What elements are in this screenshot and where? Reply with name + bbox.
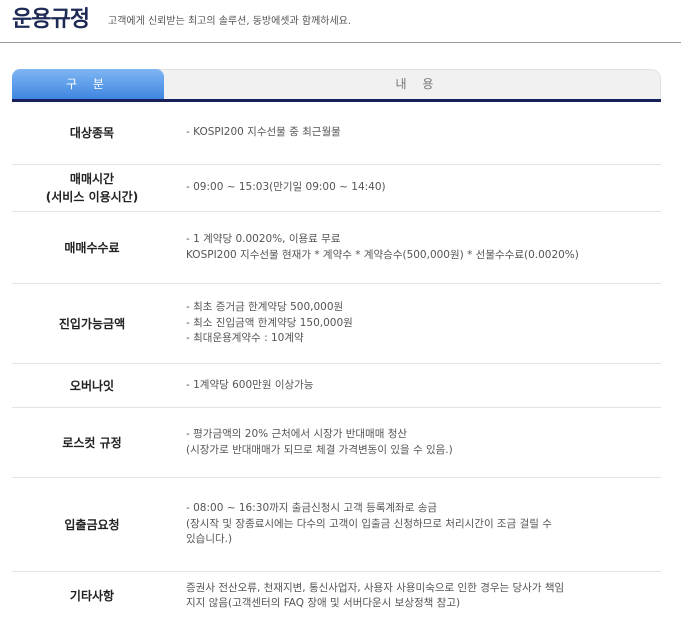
row-content-line: (시장가로 반대매매가 되므로 체결 가격변동이 있을 수 있음.) (186, 443, 453, 456)
row-label: 매매수수료 (12, 212, 172, 283)
row-label: 진입가능금액 (12, 284, 172, 363)
row-content-line: - 최대운용계약수 : 10계약 (186, 332, 304, 345)
table-row: 대상종목 - KOSPI200 지수선물 중 최근월물 (12, 102, 661, 165)
row-label-text: 매매시간 (69, 172, 115, 186)
row-content-line: - 최소 진입금액 한계약당 150,000원 (186, 316, 353, 329)
row-label: 오버나잇 (12, 364, 172, 407)
row-content-line: - KOSPI200 지수선물 중 최근월물 (186, 126, 341, 139)
header-divider (0, 42, 681, 43)
row-content-line: - 1계약당 600만원 이상가능 (186, 378, 314, 391)
row-content-line: 지지 않음(고객센터의 FAQ 장애 및 서버다운시 보상정책 참고) (186, 597, 461, 609)
row-label-text: 입출금요청 (64, 517, 120, 532)
row-content: 증권사 전산오류, 천재지변, 통신사업자, 사용자 사용미숙으로 인한 경우는… (186, 572, 646, 620)
tab-category[interactable]: 구 분 (12, 69, 164, 99)
row-content: - 09:00 ~ 15:03(만기일 09:00 ~ 14:40) (186, 165, 646, 211)
row-label-text: 로스컷 규정 (62, 435, 122, 450)
row-content: - 평가금액의 20% 근처에서 시장가 반대매매 청산 (시장가로 반대매매가… (186, 408, 646, 477)
row-label: 로스컷 규정 (12, 408, 172, 477)
table-row: 진입가능금액 - 최초 증거금 한계약당 500,000원 - 최소 진입금액 … (12, 284, 661, 364)
row-content-line: - 최초 증거금 한계약당 500,000원 (186, 301, 344, 314)
row-content-line: - 1 계약당 0.0020%, 이용료 무료 (186, 233, 341, 245)
row-label-text: 매매수수료 (64, 240, 120, 255)
row-content-line: 있습니다.) (186, 533, 233, 546)
table-row: 매매시간 (서비스 이용시간) - 09:00 ~ 15:03(만기일 09:0… (12, 165, 661, 212)
row-label-text: (서비스 이용시간) (45, 190, 139, 204)
page-title: 운용규정 (12, 7, 90, 32)
page-subtitle: 고객에게 신뢰받는 최고의 솔루션, 동방에셋과 함께하세요. (108, 16, 352, 27)
table-row: 매매수수료 - 1 계약당 0.0020%, 이용료 무료 KOSPI200 지… (12, 212, 661, 284)
row-label-text: 진입가능금액 (58, 316, 126, 331)
table-row: 입출금요청 - 08:00 ~ 16:30까지 출금신청시 고객 등록계좌로 송… (12, 478, 661, 572)
row-label: 입출금요청 (12, 478, 172, 571)
row-label: 매매시간 (서비스 이용시간) (12, 165, 172, 211)
table-row: 기타사항 증권사 전산오류, 천재지변, 통신사업자, 사용자 사용미숙으로 인… (12, 572, 661, 620)
row-content-line: - 09:00 ~ 15:03(만기일 09:00 ~ 14:40) (186, 181, 386, 194)
tab-content[interactable]: 내 용 (173, 69, 662, 99)
row-content: - 1계약당 600만원 이상가능 (186, 364, 646, 407)
row-content: - 최초 증거금 한계약당 500,000원 - 최소 진입금액 한계약당 15… (186, 284, 646, 363)
table-row: 오버나잇 - 1계약당 600만원 이상가능 (12, 364, 661, 408)
row-label-text: 기타사항 (69, 589, 115, 603)
table-header-tabs: 구 분 내 용 (12, 69, 661, 99)
row-content-line: KOSPI200 지수선물 현재가 * 계약수 * 계약승수(500,000원)… (186, 248, 579, 261)
row-content: - 08:00 ~ 16:30까지 출금신청시 고객 등록계좌로 송금 (장시작… (186, 478, 646, 571)
row-label: 대상종목 (12, 102, 172, 164)
row-content-line: - 08:00 ~ 16:30까지 출금신청시 고객 등록계좌로 송금 (186, 502, 438, 515)
row-content: - KOSPI200 지수선물 중 최근월물 (186, 102, 646, 164)
row-label-text: 대상종목 (69, 126, 115, 140)
table-row: 로스컷 규정 - 평가금액의 20% 근처에서 시장가 반대매매 청산 (시장가… (12, 408, 661, 478)
row-label: 기타사항 (12, 572, 172, 620)
row-content-line: (장시작 및 장종료시에는 다수의 고객이 입출금 신청하므로 처리시간이 조금… (186, 517, 552, 530)
row-content-line: 증권사 전산오류, 천재지변, 통신사업자, 사용자 사용미숙으로 인한 경우는… (186, 581, 565, 594)
row-content-line: - 평가금액의 20% 근처에서 시장가 반대매매 청산 (186, 428, 408, 440)
page-header: 운용규정 고객에게 신뢰받는 최고의 솔루션, 동방에셋과 함께하세요. (0, 0, 681, 44)
row-label-text: 오버나잇 (69, 378, 115, 393)
row-content: - 1 계약당 0.0020%, 이용료 무료 KOSPI200 지수선물 현재… (186, 212, 646, 283)
